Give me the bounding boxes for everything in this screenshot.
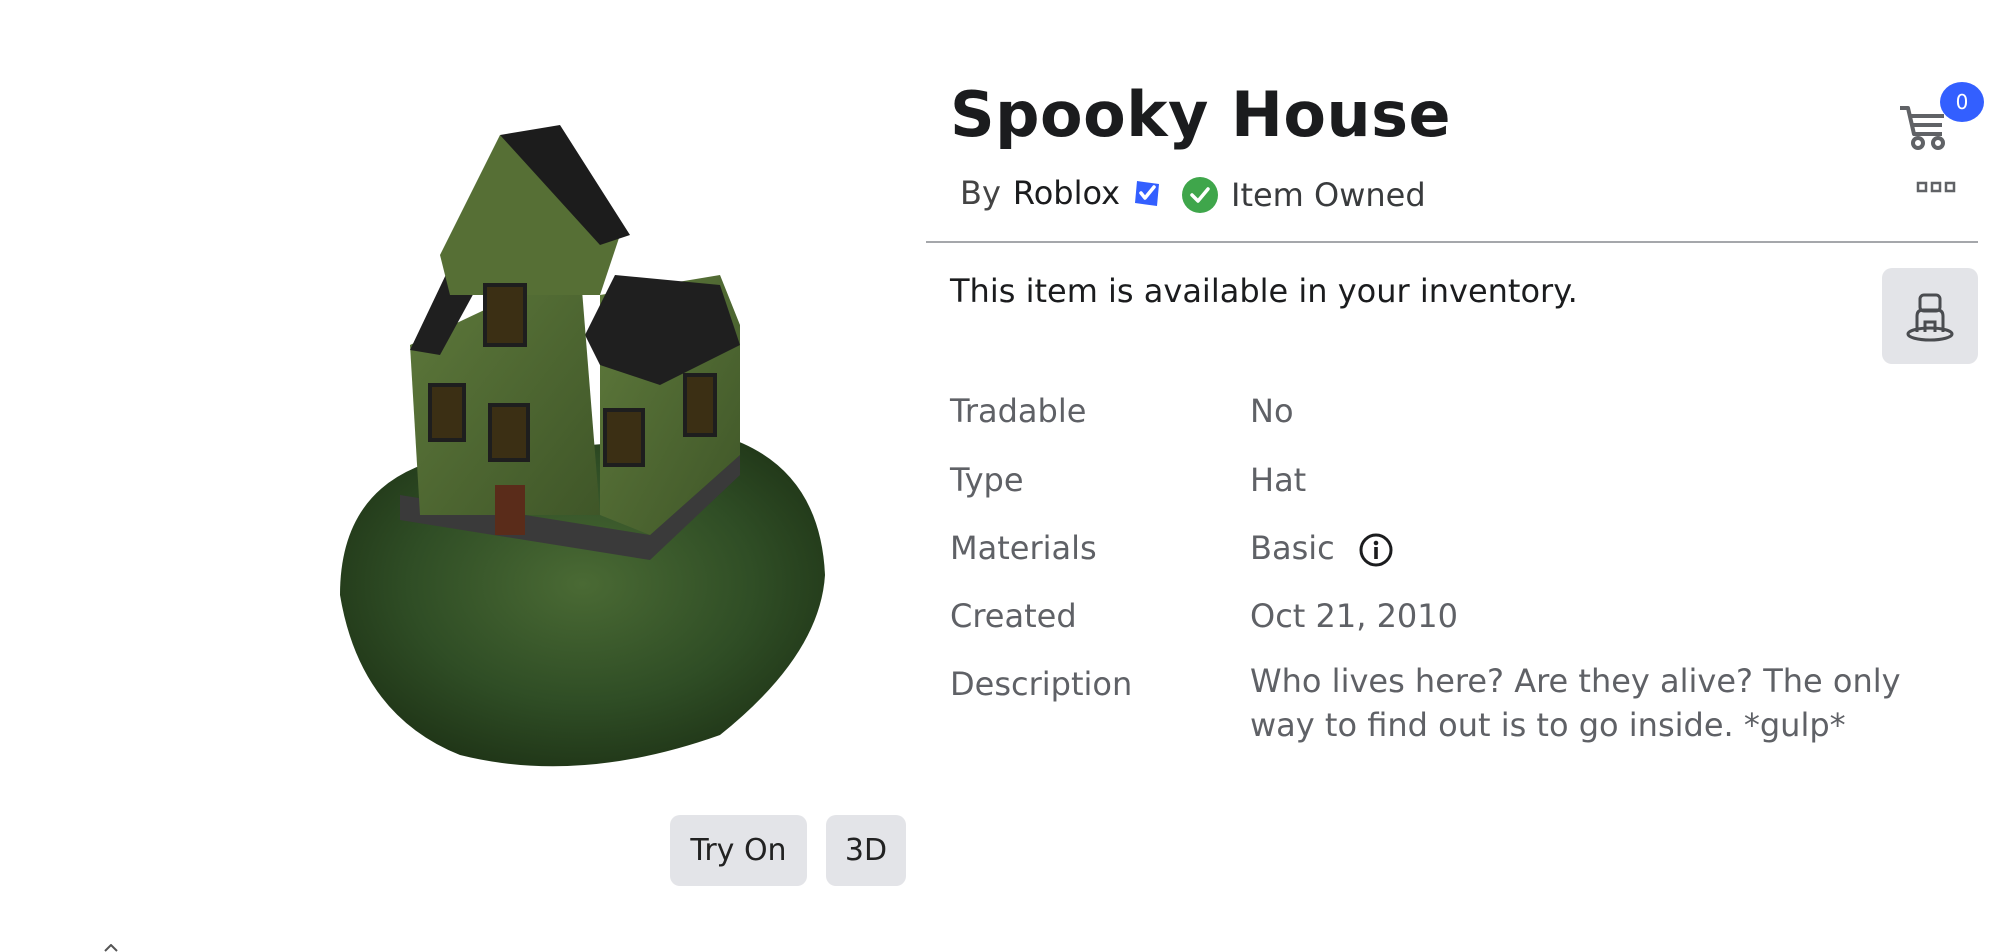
availability-text: This item is available in your inventory… xyxy=(950,272,1578,310)
view-3d-button[interactable]: 3D xyxy=(826,815,906,886)
detail-label: Tradable xyxy=(950,392,1087,430)
info-icon[interactable] xyxy=(1359,533,1393,567)
by-prefix: By xyxy=(960,174,1001,212)
detail-value: Hat xyxy=(1250,461,1307,499)
detail-value: No xyxy=(1250,392,1294,430)
detail-label: Created xyxy=(950,597,1077,635)
item-title: Spooky House xyxy=(950,78,1452,151)
avatar-icon xyxy=(1906,293,1954,342)
creator-link[interactable]: Roblox xyxy=(1013,174,1120,212)
detail-label: Description xyxy=(950,665,1133,703)
detail-label: Type xyxy=(950,461,1024,499)
detail-value: Oct 21, 2010 xyxy=(1250,597,1458,635)
chevron-up-icon xyxy=(104,944,118,952)
creator-byline: By Roblox xyxy=(960,174,1162,212)
check-circle-icon xyxy=(1182,177,1218,213)
cart-count-badge: 0 xyxy=(1940,82,1984,122)
avatar-preview-button[interactable] xyxy=(1882,268,1978,364)
item-owned-status: Item Owned xyxy=(1181,176,1426,214)
item-owned-label: Item Owned xyxy=(1231,176,1426,214)
header-divider xyxy=(926,241,1978,243)
detail-label: Materials xyxy=(950,529,1097,567)
more-dots-icon[interactable] xyxy=(1916,180,1956,194)
try-on-button[interactable]: Try On xyxy=(670,815,807,886)
verified-badge-icon xyxy=(1135,181,1159,206)
item-thumbnail xyxy=(340,125,825,767)
description-text: Who lives here? Are they alive? The only… xyxy=(1250,662,1901,744)
detail-value: Basic xyxy=(1250,529,1335,567)
detail-value-wrap: Basic xyxy=(1250,529,1393,567)
